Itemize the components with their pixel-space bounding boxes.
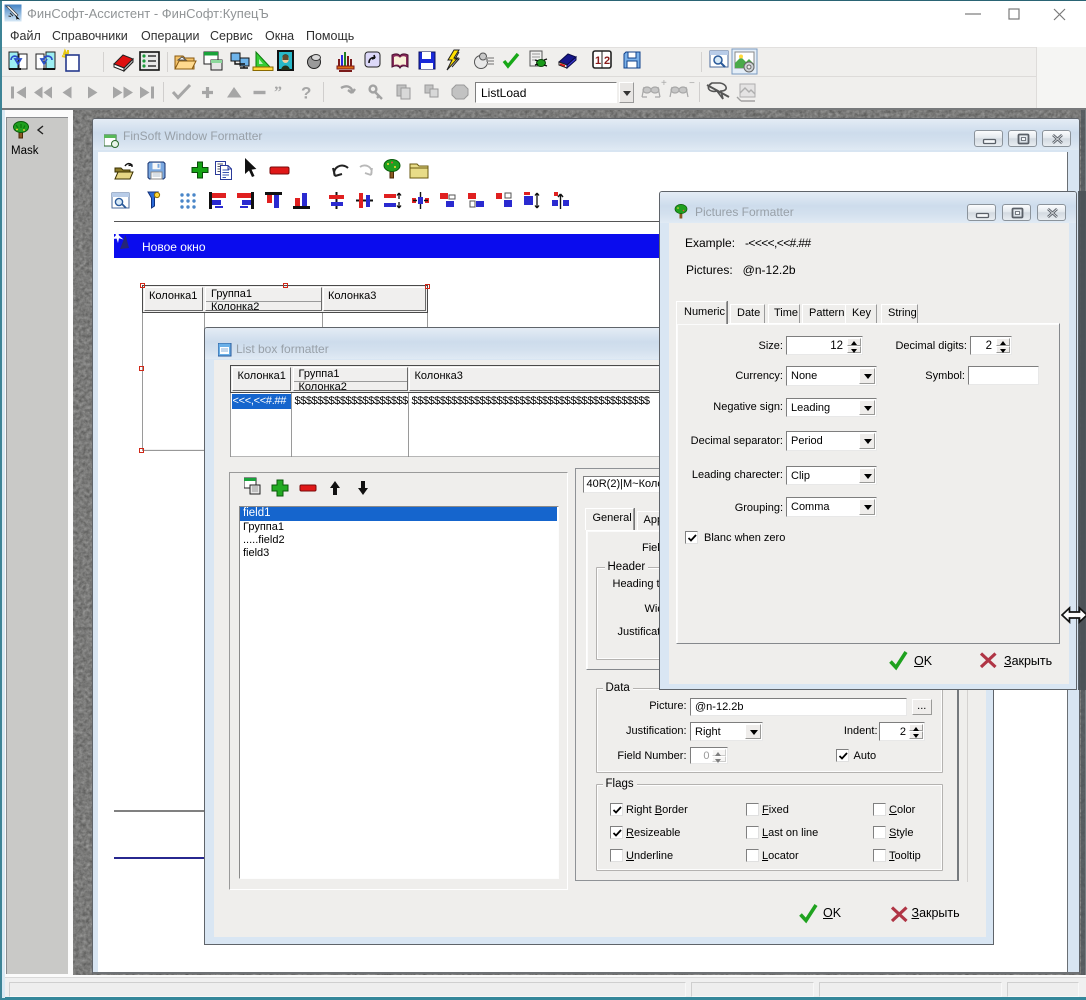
svg-text:+: + xyxy=(661,78,667,89)
svg-text:1: 1 xyxy=(595,55,601,67)
svg-text:”: ” xyxy=(274,84,282,101)
svg-text:2: 2 xyxy=(604,55,610,67)
svg-text:?: ? xyxy=(301,84,311,103)
svg-text:−: − xyxy=(689,78,695,89)
